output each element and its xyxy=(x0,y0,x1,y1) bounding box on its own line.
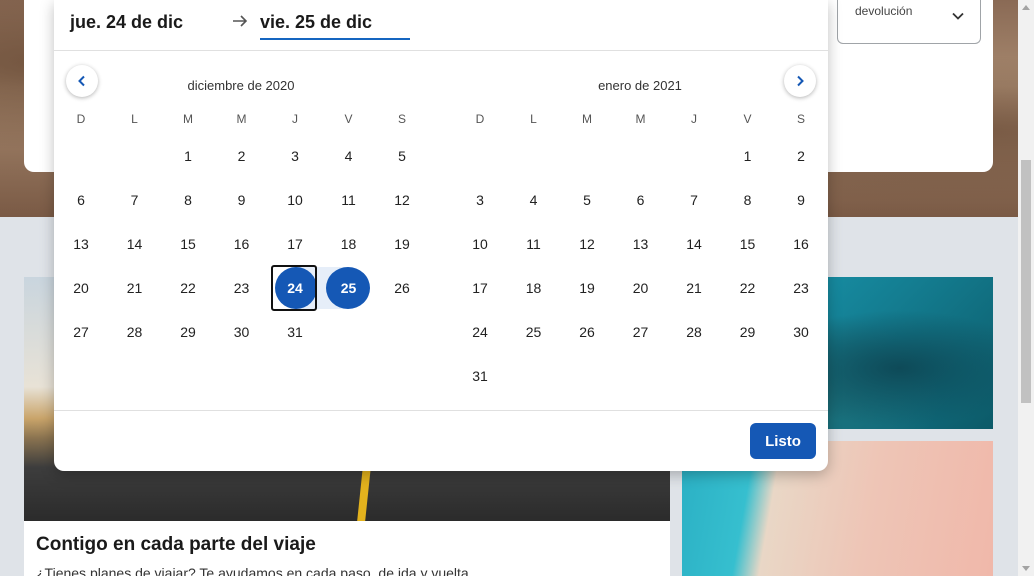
calendar-day[interactable]: 4 xyxy=(325,134,373,178)
calendar-day[interactable]: 13 xyxy=(57,222,105,266)
calendar-day[interactable]: 30 xyxy=(777,310,825,354)
chevron-left-icon xyxy=(78,75,85,87)
calendar-day[interactable]: 10 xyxy=(271,178,319,222)
calendar-day[interactable]: 30 xyxy=(218,310,266,354)
return-date-field[interactable]: devolución xyxy=(837,0,981,44)
calendar-day[interactable]: 19 xyxy=(563,266,611,310)
calendar-day[interactable]: 28 xyxy=(111,310,159,354)
weekday-header: L xyxy=(131,112,138,126)
calendar-day[interactable]: 26 xyxy=(563,310,611,354)
calendar-day[interactable]: 23 xyxy=(777,266,825,310)
calendar-day[interactable]: 2 xyxy=(777,134,825,178)
start-date-input[interactable]: jue. 24 de dic xyxy=(70,12,183,33)
weekday-header: D xyxy=(475,112,485,126)
arrow-right-icon xyxy=(233,15,248,27)
chevron-down-icon xyxy=(952,12,964,20)
calendar-day[interactable]: 24 xyxy=(271,266,319,310)
calendar-day[interactable]: 3 xyxy=(456,178,504,222)
weekday-header: V xyxy=(743,112,752,126)
calendar-day[interactable]: 14 xyxy=(111,222,159,266)
previous-month-button[interactable] xyxy=(66,65,98,97)
calendar-day[interactable]: 29 xyxy=(724,310,772,354)
scrollbar-thumb[interactable] xyxy=(1021,160,1031,403)
calendar-day[interactable]: 27 xyxy=(57,310,105,354)
end-date-input[interactable]: vie. 25 de dic xyxy=(260,12,372,33)
page-scrollbar[interactable] xyxy=(1018,0,1034,576)
calendar-day[interactable]: 5 xyxy=(563,178,611,222)
calendar-day[interactable]: 25 xyxy=(510,310,558,354)
weekday-header: J xyxy=(292,112,298,126)
date-picker-footer-divider xyxy=(54,410,828,411)
calendar-day[interactable]: 14 xyxy=(670,222,718,266)
calendar-day[interactable]: 21 xyxy=(670,266,718,310)
calendar-day[interactable]: 4 xyxy=(510,178,558,222)
chevron-right-icon xyxy=(797,75,804,87)
calendar-day[interactable]: 25 xyxy=(325,266,373,310)
calendar-day[interactable]: 31 xyxy=(271,310,319,354)
calendar-day[interactable]: 7 xyxy=(111,178,159,222)
weekday-header: J xyxy=(691,112,697,126)
calendar-day[interactable]: 7 xyxy=(670,178,718,222)
calendar-day[interactable]: 18 xyxy=(510,266,558,310)
calendar-day[interactable]: 11 xyxy=(510,222,558,266)
calendar-day[interactable]: 16 xyxy=(777,222,825,266)
month-title-december: diciembre de 2020 xyxy=(187,78,295,93)
calendar-day[interactable]: 6 xyxy=(57,178,105,222)
calendar-day[interactable]: 26 xyxy=(378,266,426,310)
calendar-day[interactable]: 20 xyxy=(57,266,105,310)
done-button[interactable]: Listo xyxy=(750,423,816,459)
month-title-january: enero de 2021 xyxy=(598,78,682,93)
calendar-day[interactable]: 2 xyxy=(218,134,266,178)
calendar-day[interactable]: 1 xyxy=(724,134,772,178)
weekday-header: M xyxy=(236,112,247,126)
calendar-day[interactable]: 13 xyxy=(617,222,665,266)
calendar-day[interactable]: 27 xyxy=(617,310,665,354)
calendar-day[interactable]: 16 xyxy=(218,222,266,266)
calendar-day[interactable]: 9 xyxy=(218,178,266,222)
weekday-header: D xyxy=(76,112,86,126)
promo-description: ¿Tienes planes de viajar? Te ayudamos en… xyxy=(36,565,473,576)
weekday-header: L xyxy=(530,112,537,126)
calendar-day[interactable]: 17 xyxy=(456,266,504,310)
calendar-day[interactable]: 29 xyxy=(164,310,212,354)
calendar-day[interactable]: 11 xyxy=(325,178,373,222)
date-picker-popup: jue. 24 de dic vie. 25 de dic diciembre … xyxy=(54,0,828,471)
calendar-day[interactable]: 31 xyxy=(456,354,504,398)
calendar-day[interactable]: 22 xyxy=(164,266,212,310)
promo-title: Contigo en cada parte del viaje xyxy=(36,534,316,555)
scroll-down-icon[interactable] xyxy=(1022,566,1030,571)
weekday-header: V xyxy=(344,112,353,126)
calendar-day[interactable]: 5 xyxy=(378,134,426,178)
calendar-day[interactable]: 10 xyxy=(456,222,504,266)
calendar-day[interactable]: 21 xyxy=(111,266,159,310)
calendar-day[interactable]: 8 xyxy=(724,178,772,222)
weekday-header: M xyxy=(582,112,592,126)
calendar-day[interactable]: 23 xyxy=(218,266,266,310)
return-date-label: devolución xyxy=(855,4,913,18)
calendar-day[interactable]: 15 xyxy=(724,222,772,266)
calendar-day[interactable]: 17 xyxy=(271,222,319,266)
scroll-up-icon[interactable] xyxy=(1022,5,1030,10)
date-picker-header: jue. 24 de dic vie. 25 de dic xyxy=(54,0,828,51)
calendar-day[interactable]: 18 xyxy=(325,222,373,266)
calendar-day[interactable]: 22 xyxy=(724,266,772,310)
weekday-header: S xyxy=(796,112,805,126)
weekday-header: M xyxy=(183,112,193,126)
calendar-day[interactable]: 19 xyxy=(378,222,426,266)
calendar-day[interactable]: 8 xyxy=(164,178,212,222)
calendar-day[interactable]: 3 xyxy=(271,134,319,178)
weekday-header: S xyxy=(397,112,406,126)
calendar-day[interactable]: 24 xyxy=(456,310,504,354)
calendar-day[interactable]: 6 xyxy=(617,178,665,222)
calendar-day[interactable]: 12 xyxy=(563,222,611,266)
weekday-header: M xyxy=(635,112,646,126)
calendar-day[interactable]: 20 xyxy=(617,266,665,310)
next-month-button[interactable] xyxy=(784,65,816,97)
calendar-day[interactable]: 1 xyxy=(164,134,212,178)
calendar-day[interactable]: 9 xyxy=(777,178,825,222)
calendar-day[interactable]: 15 xyxy=(164,222,212,266)
calendar-day[interactable]: 28 xyxy=(670,310,718,354)
end-date-focus-underline xyxy=(260,38,410,40)
calendar-day[interactable]: 12 xyxy=(378,178,426,222)
